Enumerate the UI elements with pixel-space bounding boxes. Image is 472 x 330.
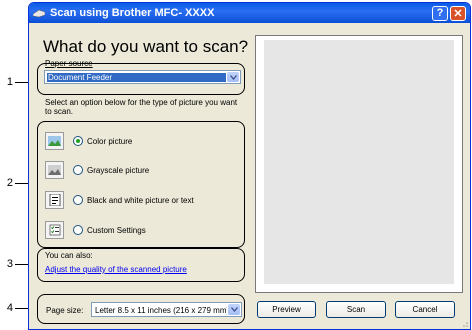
scan-button[interactable]: Scan xyxy=(326,301,386,318)
scan-button-label: Scan xyxy=(346,305,366,314)
callout-bracket-2 xyxy=(37,121,245,248)
page-heading: What do you want to scan? xyxy=(43,37,249,56)
question-icon: ? xyxy=(436,7,444,19)
scanner-app-icon xyxy=(33,9,45,17)
preview-pane xyxy=(255,35,463,293)
cancel-button[interactable]: Cancel xyxy=(395,301,455,318)
callout-number-3: 3 xyxy=(6,258,13,270)
resize-grip-icon[interactable] xyxy=(460,319,468,327)
callout-bracket-1 xyxy=(37,63,245,95)
preview-button[interactable]: Preview xyxy=(257,301,316,318)
preview-button-label: Preview xyxy=(272,305,301,314)
title-bar: Scan using Brother MFC- XXXX ? ✕ xyxy=(29,3,470,23)
window-title: Scan using Brother MFC- XXXX xyxy=(50,7,215,19)
close-button[interactable]: ✕ xyxy=(450,5,466,21)
callout-number-2: 2 xyxy=(6,177,13,189)
callout-number-1: 1 xyxy=(6,76,13,88)
preview-area xyxy=(264,40,454,284)
help-button[interactable]: ? xyxy=(432,5,448,21)
cancel-button-label: Cancel xyxy=(412,305,438,314)
callout-bracket-3 xyxy=(37,248,245,282)
close-icon: ✕ xyxy=(453,7,463,20)
callout-bracket-4 xyxy=(37,294,245,324)
callout-number-4: 4 xyxy=(6,302,13,314)
instructions-text: Select an option below for the type of p… xyxy=(45,98,238,116)
